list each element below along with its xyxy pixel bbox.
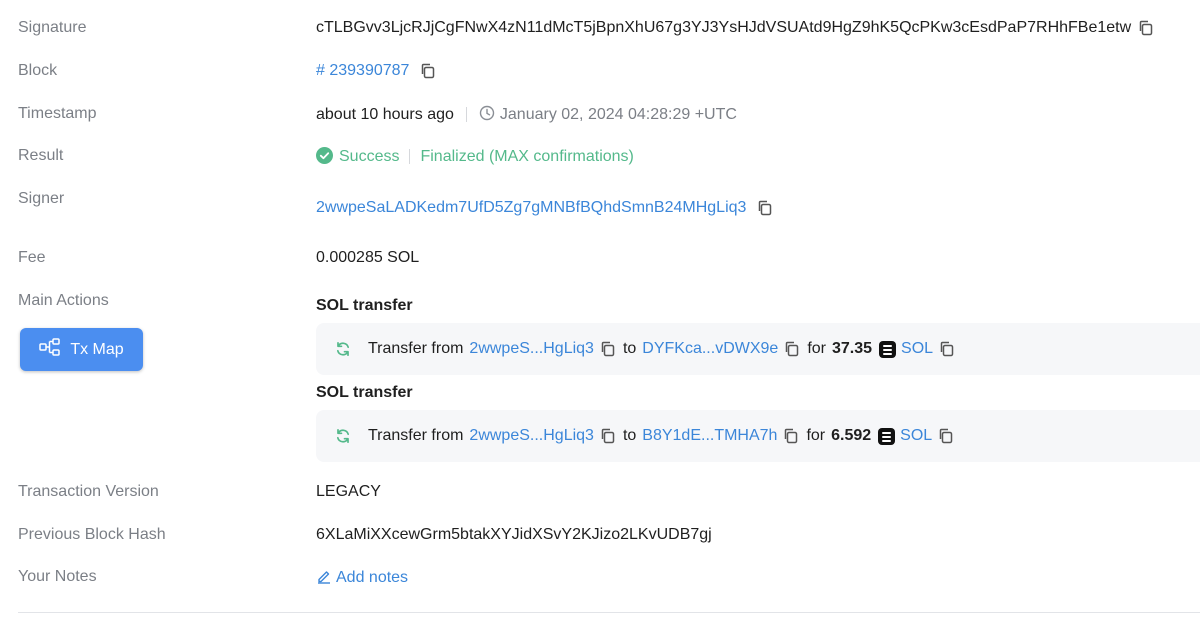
copy-from-icon[interactable] [599, 427, 617, 445]
transfer-for-word: for [806, 427, 826, 444]
copy-to-icon[interactable] [782, 427, 800, 445]
action-card: Transfer from 2wwpeS...HgLiq3 to DYFKca.… [316, 323, 1200, 375]
copy-to-icon[interactable] [783, 340, 801, 358]
transfer-to-link[interactable]: B8Y1dE...TMHA7h [642, 427, 777, 445]
transfer-for-word: for [807, 340, 826, 357]
prev-block-hash-label: Previous Block Hash [18, 526, 166, 543]
your-notes-label: Your Notes [18, 568, 97, 585]
token-link[interactable]: SOL [900, 427, 932, 445]
transfer-from-link[interactable]: 2wwpeS...HgLiq3 [469, 340, 594, 358]
transfer-to-word: to [622, 427, 637, 444]
transfer-amount: 6.592 [831, 427, 872, 444]
transfer-to-link[interactable]: DYFKca...vDWX9e [642, 340, 778, 358]
tx-map-icon [39, 338, 70, 361]
copy-block-icon[interactable] [419, 62, 437, 80]
transfer-prefix: Transfer from [368, 340, 464, 357]
timestamp-absolute: January 02, 2024 04:28:29 +UTC [499, 106, 737, 123]
clock-icon [479, 105, 495, 126]
action-title: SOL transfer [316, 297, 413, 314]
transfer-to-word: to [622, 340, 637, 357]
sol-token-icon [878, 427, 896, 445]
signer-row: 2wwpeSaLADKedm7UfD5Zg7gMNBfBQhdSmnB24MHg… [316, 199, 774, 217]
token-link[interactable]: SOL [901, 340, 933, 358]
add-notes-label: Add notes [336, 569, 409, 586]
success-check-icon [316, 147, 333, 169]
signer-label: Signer [18, 190, 65, 207]
copy-token-icon[interactable] [937, 427, 955, 445]
timestamp-row: about 10 hours ago January 02, 2024 04:28… [316, 105, 737, 126]
timestamp-label: Timestamp [18, 105, 97, 122]
result-status: Success [339, 148, 400, 165]
action-card: Transfer from 2wwpeS...HgLiq3 to B8Y1dE.… [316, 410, 1200, 462]
copy-signer-icon[interactable] [756, 199, 774, 217]
block-label: Block [18, 62, 58, 79]
pencil-icon [316, 568, 332, 589]
signer-link[interactable]: 2wwpeSaLADKedm7UfD5Zg7gMNBfBQhdSmnB24MHg… [316, 199, 746, 216]
timestamp-relative: about 10 hours ago [316, 106, 454, 123]
main-actions-label: Main Actions [18, 292, 109, 309]
result-divider [409, 149, 411, 165]
add-notes-link[interactable]: Add notes [316, 568, 408, 589]
copy-from-icon[interactable] [599, 340, 617, 358]
transfer-refresh-icon [335, 428, 351, 444]
signature-row: cTLBGvv3LjcRJjCgFNwX4zN11dMcT5jBpnXhU67g… [316, 19, 1155, 37]
signature-value: cTLBGvv3LjcRJjCgFNwX4zN11dMcT5jBpnXhU67g… [316, 19, 1132, 37]
result-label: Result [18, 147, 64, 164]
fee-label: Fee [18, 249, 46, 266]
transfer-refresh-icon [335, 341, 351, 357]
signature-label: Signature [18, 19, 87, 36]
block-link[interactable]: # 239390787 [316, 62, 409, 79]
copy-token-icon[interactable] [938, 340, 956, 358]
transfer-amount: 37.35 [831, 340, 873, 357]
prev-block-hash-value: 6XLaMiXXcewGrm5btakXYJidXSvY2KJizo2LKvUD… [316, 526, 712, 543]
fee-value: 0.000285 SOL [316, 249, 420, 266]
result-row: Success Finalized (MAX confirmations) [316, 147, 634, 169]
timestamp-divider [465, 107, 467, 123]
tx-version-value: LEGACY [316, 483, 381, 500]
tx-map-label: Tx Map [70, 340, 124, 358]
action-title: SOL transfer [316, 384, 413, 401]
tx-version-label: Transaction Version [18, 483, 159, 500]
sol-token-icon [879, 340, 897, 358]
block-row: # 239390787 [316, 62, 437, 80]
transfer-from-link[interactable]: 2wwpeS...HgLiq3 [469, 427, 594, 445]
tx-map-button[interactable]: Tx Map [20, 328, 143, 371]
transfer-prefix: Transfer from [368, 427, 464, 444]
section-divider [18, 612, 1200, 613]
result-finality: Finalized (MAX confirmations) [420, 148, 634, 165]
copy-signature-icon[interactable] [1137, 19, 1155, 37]
